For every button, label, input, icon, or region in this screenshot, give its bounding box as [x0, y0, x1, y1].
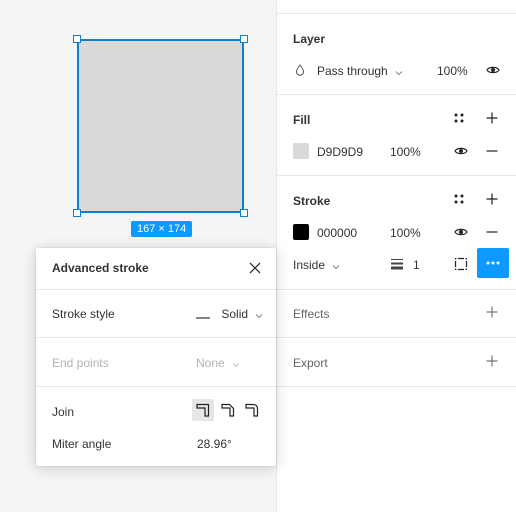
join-bevel-button[interactable]	[217, 399, 239, 421]
remove-stroke-icon[interactable]	[484, 224, 500, 240]
remove-fill-icon[interactable]	[484, 143, 500, 159]
add-export-icon[interactable]	[484, 353, 500, 369]
stroke-color-swatch[interactable]	[293, 224, 309, 240]
layer-opacity-input[interactable]: 100%	[437, 64, 468, 78]
divider	[277, 337, 516, 338]
join-miter-button[interactable]	[192, 399, 214, 421]
end-points-value: None	[196, 356, 225, 370]
stroke-weight-icon	[389, 257, 405, 271]
solid-line-icon	[196, 308, 210, 322]
stroke-opacity-input[interactable]: 100%	[390, 226, 421, 240]
advanced-stroke-popover: Advanced stroke Stroke style Solid End p…	[36, 248, 276, 466]
add-effect-icon[interactable]	[484, 304, 500, 320]
stroke-heading: Stroke	[293, 194, 331, 208]
join-label: Join	[52, 405, 75, 419]
chevron-down-icon	[332, 259, 340, 273]
stroke-style-value: Solid	[221, 307, 249, 321]
stroke-position-value: Inside	[293, 258, 326, 272]
stroke-position-dropdown[interactable]: Inside	[293, 258, 340, 273]
eye-icon[interactable]	[485, 62, 501, 78]
join-round-button[interactable]	[241, 399, 263, 421]
stroke-style-dropdown[interactable]: Solid	[196, 307, 263, 322]
chevron-down-icon	[395, 65, 403, 79]
divider	[36, 386, 276, 387]
stroke-hex-input[interactable]: 000000	[317, 226, 357, 240]
miter-angle-input[interactable]: 28.96°	[197, 437, 232, 451]
join-bevel-icon	[221, 403, 235, 417]
blend-mode-drop-icon	[295, 64, 305, 76]
fill-opacity-input[interactable]: 100%	[390, 145, 421, 159]
popover-title: Advanced stroke	[52, 261, 149, 275]
resize-handle-bottom-right[interactable]	[240, 209, 248, 217]
join-miter-icon	[196, 403, 210, 417]
add-fill-icon[interactable]	[484, 110, 500, 126]
divider	[36, 289, 276, 290]
resize-handle-top-left[interactable]	[73, 35, 81, 43]
size-badge: 167 × 174	[131, 221, 193, 237]
close-icon[interactable]	[248, 261, 262, 275]
divider	[277, 13, 516, 14]
eye-icon[interactable]	[453, 224, 469, 240]
chevron-down-icon	[255, 308, 263, 322]
styles-grid-icon[interactable]	[451, 191, 467, 207]
effects-heading: Effects	[293, 307, 330, 321]
resize-handle-top-right[interactable]	[240, 35, 248, 43]
divider	[277, 175, 516, 176]
individual-strokes-icon[interactable]	[453, 256, 469, 272]
fill-hex-input[interactable]: D9D9D9	[317, 145, 363, 159]
chevron-down-icon	[232, 357, 240, 371]
stroke-weight-input[interactable]: 1	[413, 258, 420, 272]
more-options-icon	[486, 261, 500, 265]
divider	[277, 289, 516, 290]
end-points-label: End points	[52, 356, 109, 370]
add-stroke-icon[interactable]	[484, 191, 500, 207]
blend-mode-value: Pass through	[317, 64, 388, 78]
advanced-stroke-button[interactable]	[477, 248, 509, 278]
blend-mode-dropdown[interactable]: Pass through	[317, 64, 403, 79]
divider	[277, 94, 516, 95]
eye-icon[interactable]	[453, 143, 469, 159]
divider	[277, 386, 516, 387]
layer-heading: Layer	[293, 32, 326, 46]
resize-handle-bottom-left[interactable]	[73, 209, 81, 217]
stroke-style-label: Stroke style	[52, 307, 115, 321]
end-points-dropdown: None	[196, 356, 240, 371]
properties-panel: Layer Pass through 100% Fill D9D9D9 100%…	[276, 0, 516, 512]
selected-rectangle[interactable]	[77, 39, 244, 213]
fill-color-swatch[interactable]	[293, 143, 309, 159]
divider	[36, 337, 276, 338]
miter-angle-label: Miter angle	[52, 437, 112, 451]
export-heading: Export	[293, 356, 328, 370]
join-round-icon	[245, 403, 259, 417]
fill-heading: Fill	[293, 113, 311, 127]
styles-grid-icon[interactable]	[451, 110, 467, 126]
